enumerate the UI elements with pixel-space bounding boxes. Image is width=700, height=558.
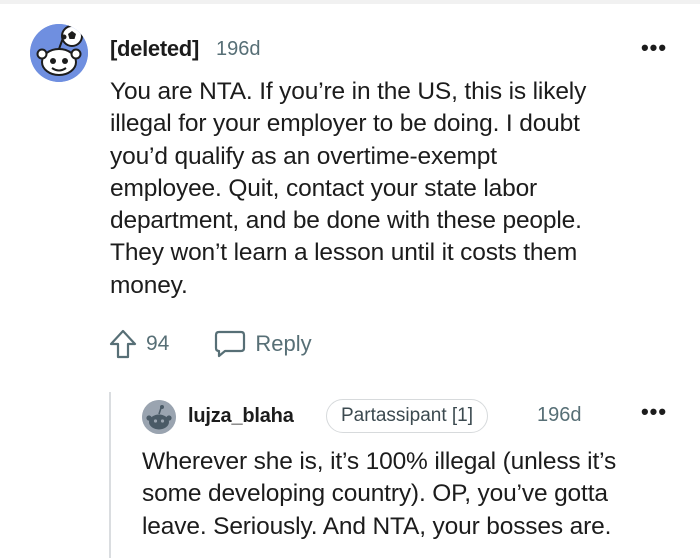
upvote-arrow-icon[interactable] [108, 328, 138, 360]
speech-bubble-icon [215, 330, 246, 358]
comment-body-line: money. [110, 271, 188, 299]
user-flair-badge: Partassipant [1] [326, 399, 489, 433]
user-avatar-icon[interactable] [142, 400, 176, 434]
comment-body: You are NTA. If you’re in the US, this i… [110, 76, 670, 302]
reply-age: 196d [537, 404, 582, 426]
reply-body-line: leave. Seriously. And NTA, your bosses a… [142, 512, 612, 540]
comment-body-line: employee. Quit, contact your state labor [110, 174, 538, 202]
reply-body-line: some developing country). OP, you’ve got… [142, 480, 608, 508]
vote-count: 94 [146, 332, 170, 355]
more-options-icon[interactable]: ••• [636, 399, 672, 424]
more-options-icon[interactable]: ••• [636, 35, 672, 60]
thread-line[interactable] [109, 392, 111, 558]
reply-label: Reply [255, 331, 312, 356]
comment-body-line: department, and be done with these peopl… [110, 207, 582, 235]
top-divider [0, 0, 700, 4]
snoo-avatar-icon[interactable] [30, 24, 88, 82]
comment-body-line: illegal for your employer to be doing. I… [110, 110, 580, 138]
comment-action-bar: 94 Reply [108, 326, 312, 362]
comment-body-line: You are NTA. If you’re in the US, this i… [110, 78, 587, 105]
reply-body: Wherever she is, it’s 100% illegal (unle… [142, 446, 682, 543]
comment-body-line: you’d qualify as an overtime-exempt [110, 142, 497, 170]
reply-author[interactable]: lujza_blaha [188, 405, 294, 428]
comment-age: 196d [216, 38, 261, 60]
comment-body-line: They won’t learn a lesson until it costs… [110, 239, 578, 267]
comment-author[interactable]: [deleted] [110, 36, 199, 62]
upvote-button[interactable]: 94 [108, 328, 169, 360]
reply-button[interactable]: Reply [213, 329, 312, 359]
reply-body-line: Wherever she is, it’s 100% illegal (unle… [142, 448, 617, 475]
